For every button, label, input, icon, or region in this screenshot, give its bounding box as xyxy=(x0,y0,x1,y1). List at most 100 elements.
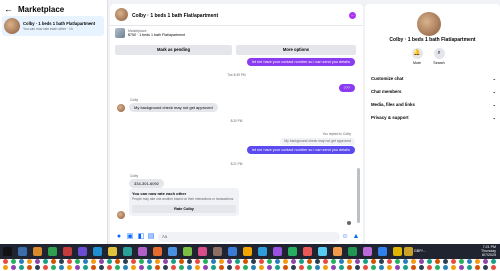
section-chat-members[interactable]: Chat members ⌄ xyxy=(371,89,496,94)
desktop-icon[interactable] xyxy=(155,259,160,264)
desktop-icon[interactable] xyxy=(283,259,288,264)
desktop-icon[interactable] xyxy=(267,265,272,270)
desktop-icon[interactable] xyxy=(363,259,368,264)
desktop-icon[interactable] xyxy=(427,265,432,270)
desktop-icon[interactable] xyxy=(315,265,320,270)
desktop-icon[interactable] xyxy=(275,265,280,270)
app-icon[interactable] xyxy=(138,247,147,256)
app-icon[interactable] xyxy=(168,247,177,256)
desktop-icon[interactable] xyxy=(339,259,344,264)
desktop-icon[interactable] xyxy=(227,265,232,270)
desktop-icon[interactable] xyxy=(35,265,40,270)
desktop-icon[interactable] xyxy=(75,259,80,264)
system-clock[interactable]: 7:21 PM Thursday 8/7/2025 xyxy=(481,245,496,258)
desktop-icon[interactable] xyxy=(443,259,448,264)
desktop-icon[interactable] xyxy=(243,259,248,264)
desktop-icon[interactable] xyxy=(243,265,248,270)
app-icon[interactable] xyxy=(18,247,27,256)
desktop-icon[interactable] xyxy=(171,265,176,270)
desktop-icon[interactable] xyxy=(435,265,440,270)
app-icon[interactable] xyxy=(273,247,282,256)
desktop-icon[interactable] xyxy=(283,265,288,270)
app-icon[interactable] xyxy=(108,247,117,256)
active-app-label[interactable]: GBP/... xyxy=(414,249,426,253)
desktop-icon[interactable] xyxy=(307,265,312,270)
desktop-icon[interactable] xyxy=(467,259,472,264)
desktop-icon[interactable] xyxy=(131,259,136,264)
desktop-icon[interactable] xyxy=(27,265,32,270)
app-icon[interactable] xyxy=(93,247,102,256)
listing-summary[interactable]: Marketplace $750 · 1 beds 1 bath Flat/ap… xyxy=(115,28,185,38)
desktop-icon[interactable] xyxy=(163,259,168,264)
desktop-icon[interactable] xyxy=(3,265,8,270)
chat-avatar[interactable] xyxy=(115,8,128,21)
desktop-icon[interactable] xyxy=(483,259,488,264)
microphone-icon[interactable]: ● xyxy=(115,233,123,241)
app-icon[interactable] xyxy=(348,247,357,256)
desktop-icon[interactable] xyxy=(299,259,304,264)
desktop-icon[interactable] xyxy=(107,265,112,270)
app-icon[interactable] xyxy=(333,247,342,256)
desktop-icon[interactable] xyxy=(259,259,264,264)
desktop-icon[interactable] xyxy=(355,265,360,270)
app-icon[interactable] xyxy=(378,247,387,256)
desktop-icon[interactable] xyxy=(419,259,424,264)
desktop-icon[interactable] xyxy=(187,265,192,270)
app-icon[interactable] xyxy=(258,247,267,256)
app-icon[interactable] xyxy=(213,247,222,256)
desktop-icon[interactable] xyxy=(347,265,352,270)
desktop-icon[interactable] xyxy=(291,265,296,270)
desktop-icon[interactable] xyxy=(387,259,392,264)
desktop-icon[interactable] xyxy=(19,265,24,270)
app-icon[interactable] xyxy=(318,247,327,256)
desktop-icon[interactable] xyxy=(267,259,272,264)
desktop-icon[interactable] xyxy=(11,259,16,264)
app-icon[interactable] xyxy=(78,247,87,256)
desktop-icon[interactable] xyxy=(451,265,456,270)
desktop-icon[interactable] xyxy=(235,265,240,270)
desktop-icon[interactable] xyxy=(3,259,8,264)
thumbs-up-icon[interactable]: ▲ xyxy=(352,233,360,241)
desktop-icon[interactable] xyxy=(387,265,392,270)
desktop-icon[interactable] xyxy=(251,259,256,264)
desktop-icon[interactable] xyxy=(235,259,240,264)
desktop-icon[interactable] xyxy=(43,259,48,264)
app-icon[interactable] xyxy=(404,247,413,256)
sticker-icon[interactable]: ◧ xyxy=(137,233,145,241)
desktop-icon[interactable] xyxy=(483,265,488,270)
desktop-icon[interactable] xyxy=(211,259,216,264)
more-options-button[interactable]: More options xyxy=(236,45,356,55)
desktop-icon[interactable] xyxy=(203,259,208,264)
desktop-icon[interactable] xyxy=(299,265,304,270)
desktop-icon[interactable] xyxy=(107,259,112,264)
desktop-icon[interactable] xyxy=(467,265,472,270)
desktop-icon[interactable] xyxy=(179,259,184,264)
section-media-files[interactable]: Media, files and links ⌄ xyxy=(371,102,496,107)
desktop-icon[interactable] xyxy=(443,265,448,270)
desktop-icon[interactable] xyxy=(19,259,24,264)
desktop-icon[interactable] xyxy=(363,265,368,270)
desktop-icon[interactable] xyxy=(155,265,160,270)
desktop-icon[interactable] xyxy=(195,265,200,270)
desktop-icon[interactable] xyxy=(403,265,408,270)
desktop-icon[interactable] xyxy=(195,259,200,264)
desktop-icon[interactable] xyxy=(427,259,432,264)
desktop-icon[interactable] xyxy=(307,259,312,264)
desktop-icon[interactable] xyxy=(419,265,424,270)
message-input[interactable]: Aa xyxy=(158,232,340,242)
desktop-icon[interactable] xyxy=(491,259,496,264)
desktop-icon[interactable] xyxy=(371,259,376,264)
desktop-icon[interactable] xyxy=(203,265,208,270)
conversation-item[interactable]: Colby · 1 beds 1 bath Flat/apartment You… xyxy=(2,16,104,36)
desktop-icon[interactable] xyxy=(339,265,344,270)
desktop-icon[interactable] xyxy=(451,259,456,264)
desktop-icon[interactable] xyxy=(435,259,440,264)
desktop-icon[interactable] xyxy=(123,265,128,270)
desktop-icon[interactable] xyxy=(379,259,384,264)
desktop-icon[interactable] xyxy=(67,265,72,270)
desktop-icon[interactable] xyxy=(219,259,224,264)
desktop-icon[interactable] xyxy=(291,259,296,264)
desktop-icon[interactable] xyxy=(275,259,280,264)
mark-as-pending-button[interactable]: Mark as pending xyxy=(115,45,232,55)
desktop-icon[interactable] xyxy=(395,265,400,270)
